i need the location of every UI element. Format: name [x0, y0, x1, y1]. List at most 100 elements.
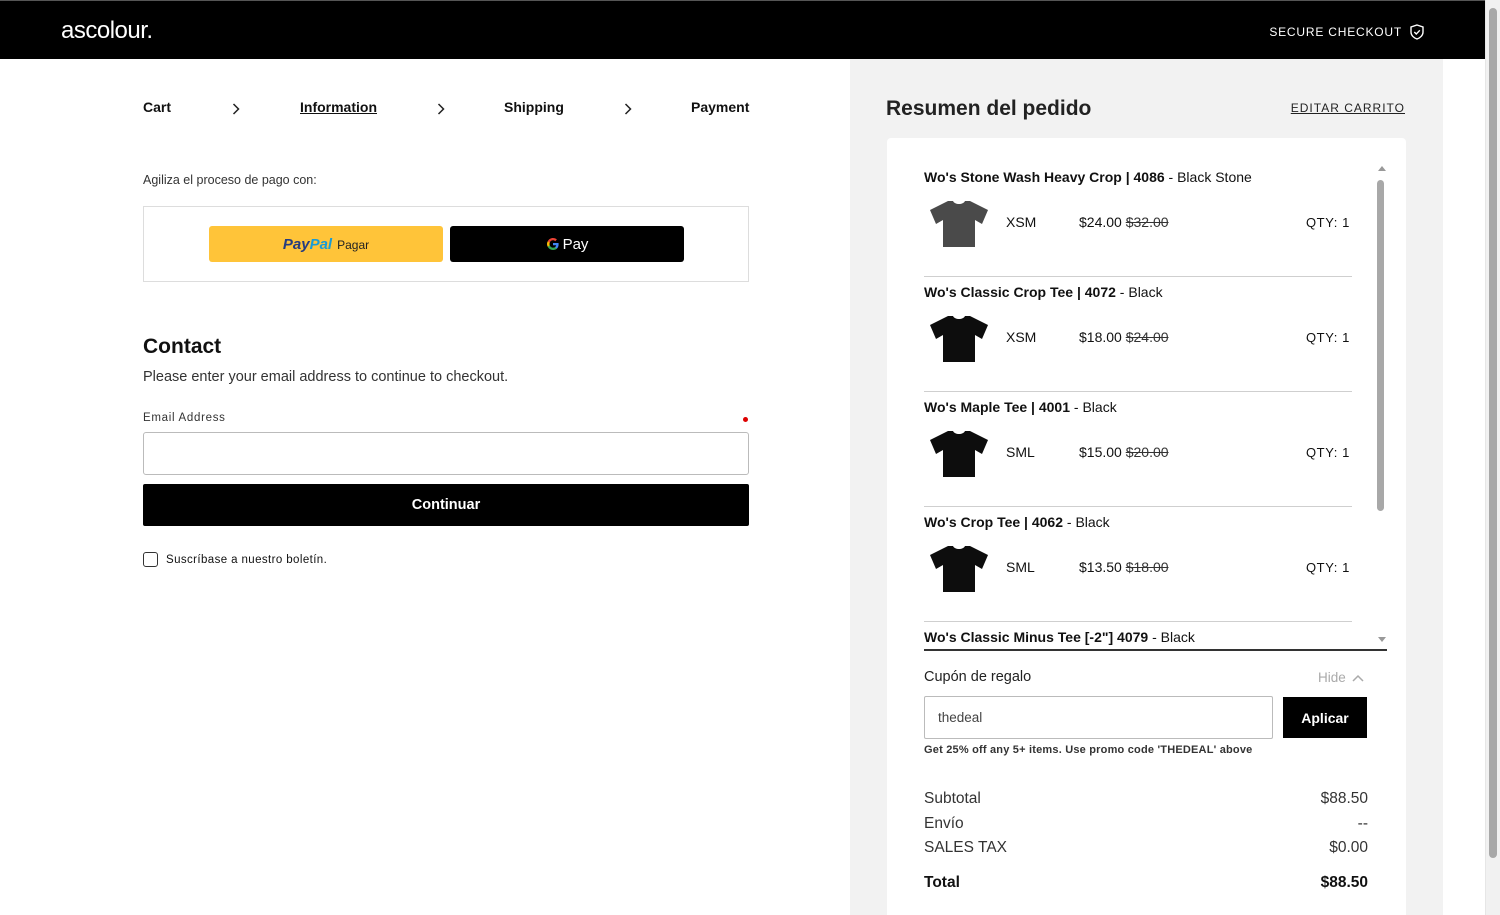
secure-checkout-badge: SECURE CHECKOUT [1269, 24, 1424, 40]
tshirt-thumbnail-icon [930, 546, 988, 592]
brand-logo[interactable]: ascolour. [61, 17, 153, 45]
google-g-icon [546, 238, 559, 250]
newsletter-option[interactable]: Suscríbase a nuestro boletín. [143, 552, 327, 567]
shield-check-icon [1410, 24, 1424, 40]
tshirt-thumbnail-icon [930, 431, 988, 477]
items-divider [924, 649, 1387, 651]
cart-item-sale-price: $18.00 [1079, 329, 1122, 345]
coupon-label: Cupón de regalo [924, 669, 1032, 685]
cart-item-sale-price: $24.00 [1079, 214, 1122, 230]
cart-item-price: $18.00 $24.00 [1079, 329, 1169, 345]
total-value: $88.50 [1320, 874, 1368, 891]
order-summary-title: Resumen del pedido [886, 97, 1092, 120]
cart-item: Wo's Stone Wash Heavy Crop | 4086 - Blac… [924, 162, 1352, 277]
paypal-button-label: Pagar [337, 238, 370, 252]
total-label: Total [924, 874, 960, 891]
order-summary-panel: Resumen del pedido EDITAR CARRITO Wo's S… [850, 59, 1443, 915]
contact-heading: Contact [143, 335, 222, 358]
cart-item-name: Wo's Classic Minus Tee [-2"] 4079 [924, 629, 1149, 645]
cart-item: Wo's Crop Tee | 4062 - Black SML $13.50 $1… [924, 507, 1352, 622]
google-pay-button[interactable]: Pay [450, 226, 684, 262]
coupon-hide-toggle[interactable]: Hide [1318, 670, 1364, 685]
cart-item-sale-price: $15.00 [1079, 444, 1122, 460]
contact-description: Please enter your email address to conti… [143, 369, 509, 385]
google-pay-label: Pay [562, 235, 589, 253]
tax-value: $0.00 [1329, 839, 1368, 856]
cart-item-color: - Black [1070, 399, 1117, 415]
apply-coupon-button[interactable]: Aplicar [1283, 697, 1367, 738]
shipping-value: -- [1357, 815, 1368, 832]
tshirt-thumbnail-icon [930, 201, 988, 247]
tshirt-thumbnail-icon [930, 316, 988, 362]
cart-item: Wo's Classic Minus Tee [-2"] 4079 - Blac… [924, 622, 1352, 650]
cart-item-name: Wo's Stone Wash Heavy Crop | 4086 [924, 169, 1165, 185]
secure-checkout-label: SECURE CHECKOUT [1269, 25, 1402, 39]
cart-item-name: Wo's Maple Tee | 4001 [924, 399, 1071, 415]
cart-item-compare-price: $24.00 [1125, 329, 1169, 345]
cart-item-sale-price: $13.50 [1079, 559, 1122, 575]
cart-item-compare-price: $20.00 [1125, 444, 1169, 460]
shipping-label: Envío [924, 815, 964, 832]
cart-item-qty: QTY: 1 [1305, 330, 1350, 345]
page-scrollbar-thumb[interactable] [1489, 8, 1497, 858]
required-indicator [743, 417, 748, 422]
breadcrumb-cart[interactable]: Cart [143, 99, 171, 115]
cart-item: Wo's Maple Tee | 4001 - Black SML $15.00 $… [924, 392, 1352, 507]
cart-item-title: Wo's Stone Wash Heavy Crop | 4086 - Blac… [924, 169, 1252, 185]
cart-item: Wo's Classic Crop Tee | 4072 - Black XSM $… [924, 277, 1352, 392]
chevron-right-icon [624, 103, 632, 115]
newsletter-label: Suscríbase a nuestro boletín. [166, 553, 328, 566]
cart-item-size: SML [1006, 444, 1035, 460]
coupon-hide-label: Hide [1318, 670, 1346, 685]
subtotal-label: Subtotal [924, 790, 981, 807]
cart-item-name: Wo's Crop Tee | 4062 [924, 514, 1063, 530]
edit-cart-link[interactable]: EDITAR CARRITO [1291, 101, 1405, 115]
subtotal-value: $88.50 [1320, 790, 1368, 807]
email-label: Email Address [143, 412, 226, 424]
cart-item-size: XSM [1006, 214, 1037, 230]
tax-label: SALES TAX [924, 839, 1007, 856]
breadcrumb: Cart Information Shipping Payment [143, 99, 749, 119]
breadcrumb-payment: Payment [691, 99, 750, 115]
cart-item-color: - Black [1063, 514, 1110, 530]
newsletter-checkbox[interactable] [143, 552, 158, 567]
cart-item-color: - Black [1148, 629, 1195, 645]
scroll-up-arrow[interactable] [1378, 166, 1386, 171]
chevron-right-icon [232, 103, 240, 115]
breadcrumb-information[interactable]: Information [300, 99, 377, 115]
email-field[interactable] [143, 432, 749, 475]
continue-button[interactable]: Continuar [143, 484, 749, 526]
chevron-up-icon [1352, 674, 1364, 682]
cart-item-color: - Black Stone [1164, 169, 1252, 185]
cart-item-qty: QTY: 1 [1305, 215, 1350, 230]
promo-note: Get 25% off any 5+ items. Use promo code… [924, 744, 1253, 756]
cart-item-compare-price: $32.00 [1125, 214, 1169, 230]
cart-item-size: SML [1006, 559, 1035, 575]
order-summary-card: Wo's Stone Wash Heavy Crop | 4086 - Blac… [887, 138, 1406, 915]
cart-item-title: Wo's Crop Tee | 4062 - Black [924, 514, 1110, 530]
paypal-logo: PayPal [282, 235, 333, 253]
page-scrollbar[interactable] [1485, 0, 1500, 915]
cart-item-qty: QTY: 1 [1305, 445, 1350, 460]
cart-item-title: Wo's Classic Minus Tee [-2"] 4079 - Blac… [924, 629, 1195, 645]
cart-item-title: Wo's Maple Tee | 4001 - Black [924, 399, 1117, 415]
scroll-down-arrow[interactable] [1378, 637, 1386, 642]
cart-item-price: $15.00 $20.00 [1079, 444, 1169, 460]
cart-items-list[interactable]: Wo's Stone Wash Heavy Crop | 4086 - Blac… [924, 162, 1352, 650]
cart-item-qty: QTY: 1 [1305, 560, 1350, 575]
express-checkout-box: PayPal Pagar Pay [143, 206, 749, 282]
breadcrumb-shipping: Shipping [504, 99, 564, 115]
paypal-button[interactable]: PayPal Pagar [209, 226, 443, 262]
cart-item-price: $24.00 $32.00 [1079, 214, 1169, 230]
cart-items-scrollbar[interactable] [1377, 180, 1384, 511]
express-checkout-label: Agiliza el proceso de pago con: [143, 173, 317, 187]
cart-item-compare-price: $18.00 [1125, 559, 1169, 575]
cart-item-size: XSM [1006, 329, 1037, 345]
cart-item-name: Wo's Classic Crop Tee | 4072 [924, 284, 1116, 300]
header-bar: ascolour. SECURE CHECKOUT [0, 0, 1485, 59]
cart-item-color: - Black [1115, 284, 1163, 300]
cart-item-price: $13.50 $18.00 [1079, 559, 1169, 575]
coupon-code-input[interactable] [924, 696, 1273, 739]
cart-item-title: Wo's Classic Crop Tee | 4072 - Black [924, 284, 1163, 300]
chevron-right-icon [437, 103, 445, 115]
